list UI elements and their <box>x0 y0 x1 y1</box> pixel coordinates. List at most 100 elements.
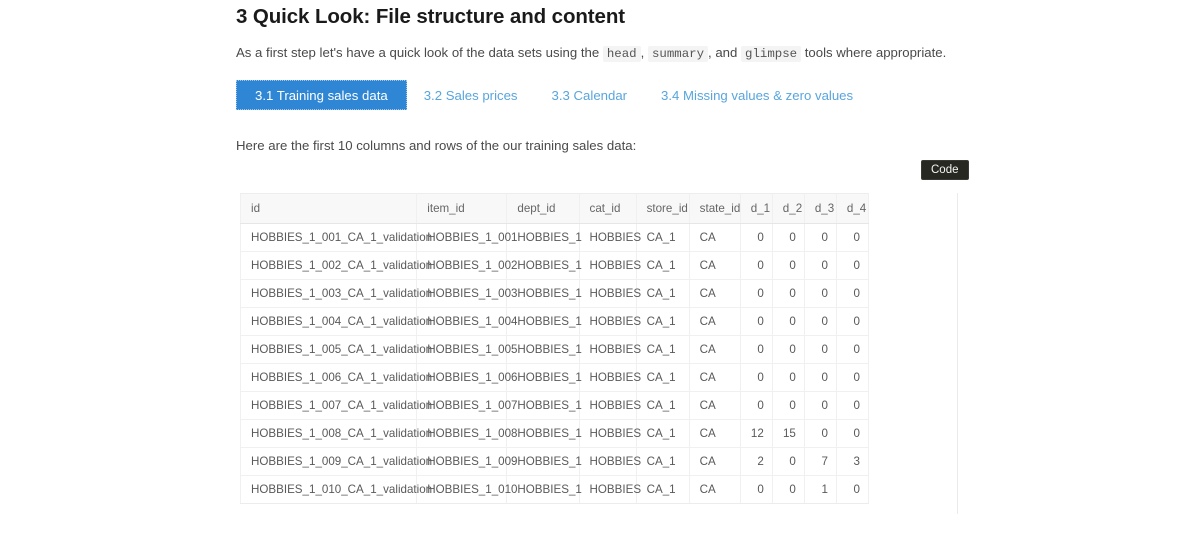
cell-d_3-9: 7 <box>804 447 837 476</box>
cell-dept_id-2: HOBBIES_1 <box>506 251 582 280</box>
cell-store_id-8: CA_1 <box>636 419 690 448</box>
cell-d_1-9: 2 <box>740 447 773 476</box>
column-header-store_id: store_id <box>636 193 690 224</box>
cell-d_3-4: 0 <box>804 307 837 336</box>
table-header-row: id item_id dept_id cat_id store_id state_id d_… <box>240 193 870 224</box>
cell-d_2-5: 0 <box>772 335 805 364</box>
cell-d_4-8: 0 <box>836 419 870 448</box>
column-header-dept_id: dept_id <box>506 193 580 224</box>
cell-d_4-6: 0 <box>836 363 870 392</box>
article-content: 3 Quick Look: File structure and content… <box>236 0 960 156</box>
column-header-cat_id: cat_id <box>579 193 637 224</box>
cell-store_id-6: CA_1 <box>636 363 690 392</box>
cell-state_id-5: CA <box>689 335 741 364</box>
cell-item_id-9: HOBBIES_1_009 <box>416 447 518 476</box>
cell-cat_id-5: HOBBIES <box>579 335 641 364</box>
cell-d_2-10: 0 <box>772 475 805 504</box>
cell-store_id-3: CA_1 <box>636 279 690 308</box>
table-row: HOBBIES_1_006_CA_1_validation HOBBIES_1_0… <box>240 363 870 392</box>
cell-item_id-8: HOBBIES_1_008 <box>416 419 518 448</box>
cell-item_id-4: HOBBIES_1_004 <box>416 307 518 336</box>
cell-d_1-1: 0 <box>740 223 773 252</box>
cell-d_2-7: 0 <box>772 391 805 420</box>
inline-code-summary: summary <box>647 46 709 62</box>
table-row: HOBBIES_1_009_CA_1_validation HOBBIES_1_0… <box>240 447 870 476</box>
cell-store_id-4: CA_1 <box>636 307 690 336</box>
cell-id-2: HOBBIES_1_002_CA_1_validation <box>240 251 432 280</box>
cell-id-10: HOBBIES_1_010_CA_1_validation <box>240 475 432 504</box>
column-header-d_4: d_4 <box>836 193 870 224</box>
cell-d_1-8: 12 <box>740 419 773 448</box>
cell-d_4-9: 3 <box>836 447 870 476</box>
table-caption: Here are the first 10 columns and rows o… <box>236 138 637 153</box>
code-toggle-button[interactable]: Code <box>921 160 969 180</box>
cell-state_id-8: CA <box>689 419 741 448</box>
inline-code-glimpse: glimpse <box>741 46 802 62</box>
column-header-d_3: d_3 <box>804 193 837 224</box>
intro-separator-1: , <box>640 45 645 60</box>
cell-state_id-2: CA <box>689 251 741 280</box>
page-root: 3 Quick Look: File structure and content… <box>0 0 1198 533</box>
intro-paragraph: As a first step let's have a quick look … <box>236 43 960 64</box>
cell-cat_id-9: HOBBIES <box>579 447 641 476</box>
cell-d_4-5: 0 <box>836 335 870 364</box>
cell-d_1-3: 0 <box>740 279 773 308</box>
intro-text-part-2: tools where appropriate. <box>804 45 947 60</box>
cell-cat_id-1: HOBBIES <box>579 223 641 252</box>
cell-d_2-4: 0 <box>772 307 805 336</box>
cell-item_id-3: HOBBIES_1_003 <box>416 279 518 308</box>
cell-id-7: HOBBIES_1_007_CA_1_validation <box>240 391 432 420</box>
cell-store_id-10: CA_1 <box>636 475 690 504</box>
table-row: HOBBIES_1_008_CA_1_validation HOBBIES_1_0… <box>240 419 870 448</box>
tab-missing-values-zero-values[interactable]: 3.4 Missing values & zero values <box>644 80 870 110</box>
cell-d_2-9: 0 <box>772 447 805 476</box>
cell-d_3-3: 0 <box>804 279 837 308</box>
cell-store_id-7: CA_1 <box>636 391 690 420</box>
cell-store_id-1: CA_1 <box>636 223 690 252</box>
cell-state_id-9: CA <box>689 447 741 476</box>
cell-d_2-2: 0 <box>772 251 805 280</box>
cell-d_1-10: 0 <box>740 475 773 504</box>
table-row: HOBBIES_1_001_CA_1_validation HOBBIES_1_0… <box>240 223 870 252</box>
cell-d_3-1: 0 <box>804 223 837 252</box>
cell-id-3: HOBBIES_1_003_CA_1_validation <box>240 279 432 308</box>
cell-id-1: HOBBIES_1_001_CA_1_validation <box>240 223 432 252</box>
cell-d_2-1: 0 <box>772 223 805 252</box>
cell-id-9: HOBBIES_1_009_CA_1_validation <box>240 447 432 476</box>
cell-item_id-10: HOBBIES_1_010 <box>416 475 518 504</box>
cell-store_id-5: CA_1 <box>636 335 690 364</box>
tab-bar: 3.1 Training sales data 3.2 Sales prices… <box>236 80 960 110</box>
cell-item_id-5: HOBBIES_1_005 <box>416 335 518 364</box>
cell-d_2-8: 15 <box>772 419 805 448</box>
cell-d_3-7: 0 <box>804 391 837 420</box>
cell-item_id-1: HOBBIES_1_001 <box>416 223 518 252</box>
cell-cat_id-10: HOBBIES <box>579 475 641 504</box>
tab-training-sales-data[interactable]: 3.1 Training sales data <box>236 80 407 110</box>
tab-sales-prices[interactable]: 3.2 Sales prices <box>407 80 535 110</box>
cell-d_1-6: 0 <box>740 363 773 392</box>
cell-id-8: HOBBIES_1_008_CA_1_validation <box>240 419 432 448</box>
cell-d_1-2: 0 <box>740 251 773 280</box>
cell-d_3-5: 0 <box>804 335 837 364</box>
cell-cat_id-7: HOBBIES <box>579 391 641 420</box>
cell-state_id-7: CA <box>689 391 741 420</box>
column-header-item_id: item_id <box>416 193 508 224</box>
cell-dept_id-6: HOBBIES_1 <box>506 363 582 392</box>
cell-store_id-2: CA_1 <box>636 251 690 280</box>
cell-item_id-2: HOBBIES_1_002 <box>416 251 518 280</box>
cell-dept_id-7: HOBBIES_1 <box>506 391 582 420</box>
cell-d_4-3: 0 <box>836 279 870 308</box>
tab-calendar[interactable]: 3.3 Calendar <box>535 80 645 110</box>
cell-d_4-4: 0 <box>836 307 870 336</box>
cell-d_4-1: 0 <box>836 223 870 252</box>
intro-text-part-1: As a first step let's have a quick look … <box>236 45 600 60</box>
dataframe-container[interactable]: id item_id dept_id cat_id store_id state_id d_… <box>240 193 958 514</box>
cell-state_id-10: CA <box>689 475 741 504</box>
cell-d_1-4: 0 <box>740 307 773 336</box>
cell-d_1-7: 0 <box>740 391 773 420</box>
cell-state_id-4: CA <box>689 307 741 336</box>
column-header-id: id <box>240 193 418 224</box>
intro-separator-2: , and <box>708 45 738 60</box>
cell-cat_id-2: HOBBIES <box>579 251 641 280</box>
cell-d_3-2: 0 <box>804 251 837 280</box>
